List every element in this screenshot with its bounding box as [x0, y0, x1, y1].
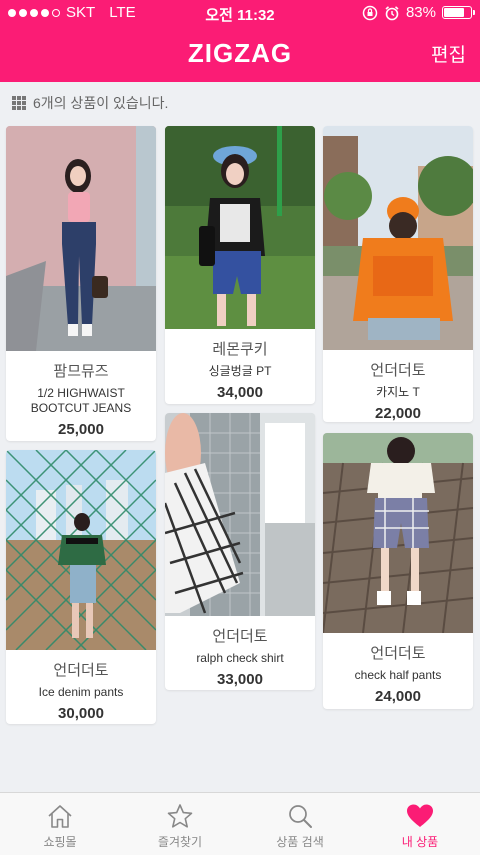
product-photo[interactable] [165, 413, 315, 616]
product-photo[interactable] [6, 450, 156, 650]
product-price: 24,000 [375, 688, 421, 705]
product-count-text: 6개의 상품이 있습니다. [33, 95, 169, 111]
tab-shopping-mall[interactable]: 쇼핑몰 [0, 793, 120, 855]
tab-bar: 쇼핑몰 즐겨찾기 상품 검색 내 상품 [0, 792, 480, 855]
product-price: 22,000 [375, 405, 421, 422]
product-card[interactable]: 언더더토 check half pants 24,000 [323, 433, 473, 709]
edit-button[interactable]: 편집 [431, 40, 466, 67]
product-card[interactable]: 언더더토 ralph check shirt 33,000 [165, 413, 315, 690]
tab-label: 내 상품 [401, 835, 439, 849]
grid-view-icon[interactable] [12, 96, 26, 110]
search-icon [289, 805, 312, 828]
product-shop: 언더더토 [370, 362, 426, 379]
home-icon [48, 805, 72, 828]
product-card[interactable]: 팜므뮤즈 1/2 HIGHWAIST BOOTCUT JEANS 25,000 [6, 126, 156, 441]
battery-percent: 83% [405, 4, 436, 21]
star-icon [167, 804, 193, 828]
tab-label: 상품 검색 [276, 835, 324, 849]
tab-my-products[interactable]: 내 상품 [360, 793, 480, 855]
product-photo[interactable] [165, 126, 315, 329]
lock-rotation-icon [362, 5, 378, 20]
product-name: 1/2 HIGHWAIST BOOTCUT JEANS [30, 386, 132, 415]
product-name: 카지노 T [376, 385, 420, 399]
product-photo[interactable] [6, 126, 156, 351]
product-card[interactable]: 언더더토 카지노 T 22,000 [323, 126, 473, 422]
product-price: 33,000 [217, 671, 263, 688]
product-count-row: 6개의 상품이 있습니다. [12, 93, 168, 113]
app-title: ZIGZAG [187, 38, 293, 68]
product-shop: 레몬쿠키 [212, 341, 268, 358]
product-photo[interactable] [323, 126, 473, 350]
product-name: 싱글벙글 PT [208, 364, 272, 378]
app-header: SKT LTE 오전 11:32 83% ZIGZAG 편집 [0, 0, 480, 82]
tab-label: 쇼핑몰 [43, 835, 77, 849]
product-shop: 언더더토 [212, 628, 268, 645]
heart-icon [407, 804, 433, 827]
product-shop: 팜므뮤즈 [53, 363, 109, 380]
product-name: Ice denim pants [38, 685, 124, 699]
product-name: ralph check shirt [196, 651, 284, 665]
battery-icon [442, 6, 475, 19]
tab-label: 즐겨찾기 [157, 835, 203, 849]
product-card[interactable]: 레몬쿠키 싱글벙글 PT 34,000 [165, 126, 315, 404]
product-name: check half pants [354, 668, 442, 682]
status-bar: SKT LTE 오전 11:32 83% [0, 0, 480, 26]
product-price: 34,000 [217, 384, 263, 401]
alarm-icon [385, 5, 399, 20]
product-photo[interactable] [323, 433, 473, 633]
product-shop: 언더더토 [370, 645, 426, 662]
tab-product-search[interactable]: 상품 검색 [240, 793, 360, 855]
product-shop: 언더더토 [53, 662, 109, 679]
product-price: 30,000 [58, 705, 104, 722]
product-card[interactable]: 언더더토 Ice denim pants 30,000 [6, 450, 156, 724]
tab-favorites[interactable]: 즐겨찾기 [120, 793, 240, 855]
product-price: 25,000 [58, 421, 104, 438]
